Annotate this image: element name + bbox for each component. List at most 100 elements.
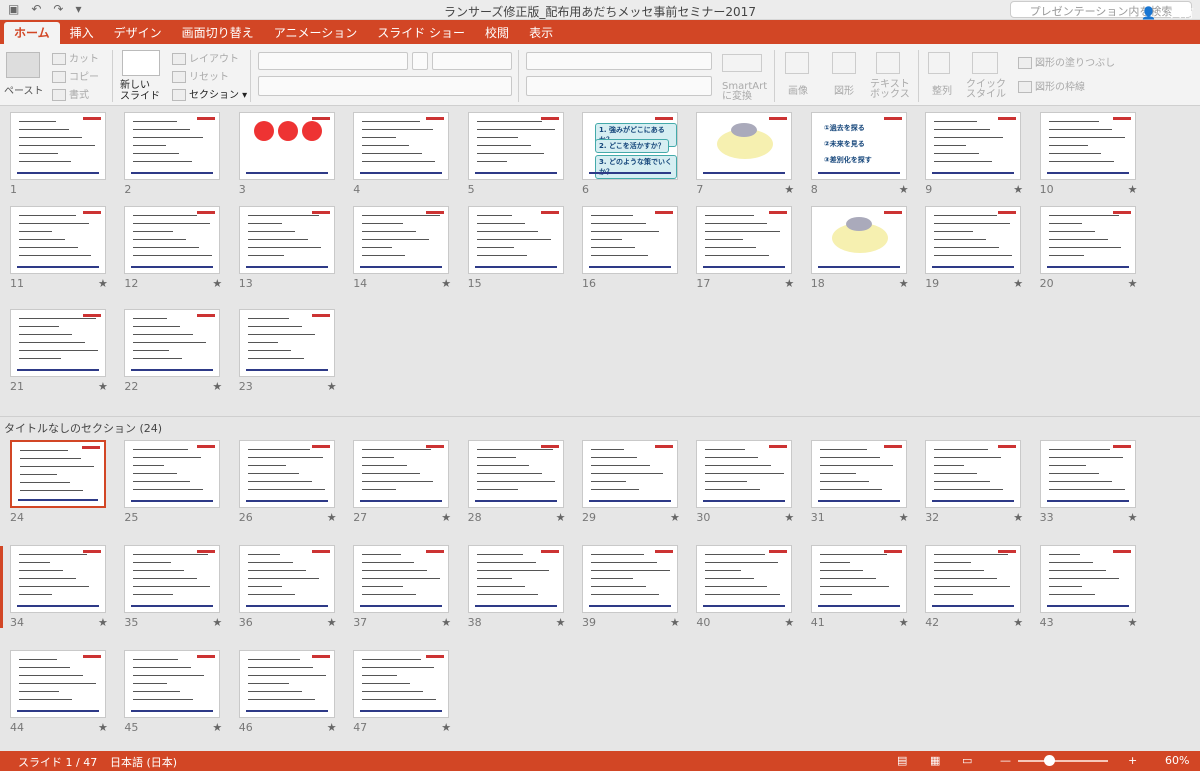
tab-0[interactable]: ホーム xyxy=(4,22,60,44)
slide-thumbnail[interactable] xyxy=(925,206,1022,274)
slide-thumbnail[interactable] xyxy=(582,206,678,274)
slide-thumbnail[interactable] xyxy=(1039,206,1136,274)
title-bar: ▣ ↶ ↷ ▾ ランサーズ修正版_配布用あだちメッセ事前セミナー2017 プレゼ… xyxy=(0,0,1200,20)
paste-icon[interactable] xyxy=(6,52,40,78)
slide-thumbnail[interactable] xyxy=(353,545,450,613)
tab-4[interactable]: アニメーション xyxy=(264,22,368,44)
normal-view-icon[interactable]: ▤ xyxy=(897,754,907,767)
textbox-icon[interactable] xyxy=(876,52,900,74)
slide-thumbnail[interactable]: ①過去を探る ②未来を見る ③差別化を探す xyxy=(810,112,907,180)
quickstyle-icon[interactable] xyxy=(972,52,998,74)
slide-sorter-view-icon[interactable]: ▦ xyxy=(930,754,940,767)
font-size-select[interactable] xyxy=(412,52,428,70)
slide-thumbnail[interactable] xyxy=(124,309,221,377)
slide-thumbnail[interactable] xyxy=(353,112,450,180)
format-painter-button[interactable]: 書式 xyxy=(52,86,89,101)
smartart-icon[interactable] xyxy=(722,54,762,72)
slide-thumbnail[interactable] xyxy=(10,206,106,274)
slide-thumbnail[interactable] xyxy=(467,440,564,508)
section-button[interactable]: セクション ▾ xyxy=(172,86,247,101)
slide-sorter[interactable]: タイトルなしのセクション (24) 123451. 強みがどこにあるか？2. ど… xyxy=(0,106,1200,751)
slide-thumbnail[interactable] xyxy=(696,440,793,508)
slide-thumbnail[interactable] xyxy=(353,206,450,274)
smartart-button[interactable]: SmartArt に変換 xyxy=(722,82,767,102)
slide-thumbnail[interactable] xyxy=(238,545,335,613)
new-slide-button[interactable]: 新しい スライド xyxy=(120,80,160,102)
slide-thumbnail[interactable] xyxy=(582,545,678,613)
slide-thumbnail[interactable] xyxy=(696,206,793,274)
shape-fill-button[interactable]: 図形の塗りつぶし xyxy=(1018,54,1115,69)
slide-thumbnail[interactable] xyxy=(238,440,335,508)
slide-thumbnail[interactable] xyxy=(467,206,564,274)
slide-thumbnail[interactable] xyxy=(10,545,106,613)
slide-thumbnail[interactable] xyxy=(353,650,450,718)
slide-thumbnail[interactable]: 1. 強みがどこにあるか？2. どこを活かすか？3. どのような策でいくか？ xyxy=(582,112,678,180)
slide-thumbnail[interactable] xyxy=(353,440,450,508)
slide-thumbnail[interactable] xyxy=(1039,112,1136,180)
zoom-in-icon[interactable]: + xyxy=(1128,754,1137,767)
tab-3[interactable]: 画面切り替え xyxy=(172,22,264,44)
tab-5[interactable]: スライド ショー xyxy=(367,22,475,44)
slide-thumbnail[interactable] xyxy=(238,206,335,274)
shape-button[interactable]: 図形 xyxy=(834,82,854,97)
zoom-out-icon[interactable]: — xyxy=(1000,754,1011,767)
paste-button[interactable]: ペースト xyxy=(4,82,44,97)
slide-thumbnail[interactable] xyxy=(238,309,335,377)
zoom-slider-handle[interactable] xyxy=(1044,755,1055,766)
section-label: セクション xyxy=(189,90,239,101)
shape-outline-button[interactable]: 図形の枠線 xyxy=(1018,78,1085,93)
font-size-buttons[interactable] xyxy=(432,52,512,70)
tab-6[interactable]: 校閲 xyxy=(475,22,519,44)
shape-icon[interactable] xyxy=(832,52,856,74)
slide-thumbnail[interactable] xyxy=(238,650,335,718)
share-button[interactable]: 👤+ 共有 xyxy=(1141,4,1194,21)
slide-thumbnail[interactable] xyxy=(696,112,793,180)
slide-thumbnail[interactable] xyxy=(124,112,221,180)
slide-thumbnail[interactable] xyxy=(238,112,335,180)
tab-2[interactable]: デザイン xyxy=(104,22,172,44)
reset-button[interactable]: リセット xyxy=(172,68,229,83)
layout-button[interactable]: レイアウト xyxy=(172,50,239,65)
slide-thumbnail[interactable] xyxy=(925,545,1022,613)
slide-thumbnail[interactable] xyxy=(1039,440,1136,508)
zoom-slider[interactable] xyxy=(1018,760,1108,762)
slide-thumbnail[interactable] xyxy=(467,545,564,613)
slide-thumbnail[interactable] xyxy=(582,440,678,508)
slide-thumbnail[interactable] xyxy=(124,650,221,718)
paragraph-buttons[interactable] xyxy=(526,52,712,70)
section-header[interactable]: タイトルなしのセクション (24) xyxy=(0,416,1200,435)
slide-thumbnail[interactable] xyxy=(925,440,1022,508)
alignment-buttons[interactable] xyxy=(526,76,712,96)
arrange-button[interactable]: 整列 xyxy=(932,82,952,97)
reading-view-icon[interactable]: ▭ xyxy=(962,754,972,767)
picture-icon[interactable] xyxy=(785,52,809,74)
animation-star-icon: ★ xyxy=(441,511,452,524)
arrange-icon[interactable] xyxy=(928,52,950,74)
language-indicator[interactable]: 日本語 (日本) xyxy=(110,754,177,770)
slide-thumbnail[interactable] xyxy=(10,112,106,180)
slide-thumbnail[interactable] xyxy=(10,650,106,718)
slide-thumbnail[interactable] xyxy=(10,440,106,508)
slide-thumbnail[interactable] xyxy=(1039,545,1136,613)
slide-number: 23 xyxy=(238,380,253,393)
slide-thumbnail[interactable] xyxy=(810,440,907,508)
slide-thumbnail[interactable] xyxy=(925,112,1022,180)
textbox-button[interactable]: テキスト ボックス xyxy=(870,80,910,100)
slide-thumbnail[interactable] xyxy=(124,206,221,274)
slide-thumbnail[interactable] xyxy=(810,206,907,274)
slide-thumbnail[interactable] xyxy=(810,545,907,613)
quickstyle-button[interactable]: クイック スタイル xyxy=(966,80,1006,100)
font-name-select[interactable] xyxy=(258,52,408,70)
font-style-buttons[interactable] xyxy=(258,76,512,96)
cut-button[interactable]: カット xyxy=(52,50,99,65)
copy-button[interactable]: コピー xyxy=(52,68,99,83)
slide-thumbnail[interactable] xyxy=(696,545,793,613)
slide-thumbnail[interactable] xyxy=(124,545,221,613)
new-slide-icon[interactable] xyxy=(122,50,160,76)
slide-thumbnail[interactable] xyxy=(10,309,106,377)
picture-button[interactable]: 画像 xyxy=(788,82,808,97)
tab-7[interactable]: 表示 xyxy=(519,22,563,44)
slide-thumbnail[interactable] xyxy=(467,112,564,180)
slide-thumbnail[interactable] xyxy=(124,440,221,508)
tab-1[interactable]: 挿入 xyxy=(60,22,104,44)
